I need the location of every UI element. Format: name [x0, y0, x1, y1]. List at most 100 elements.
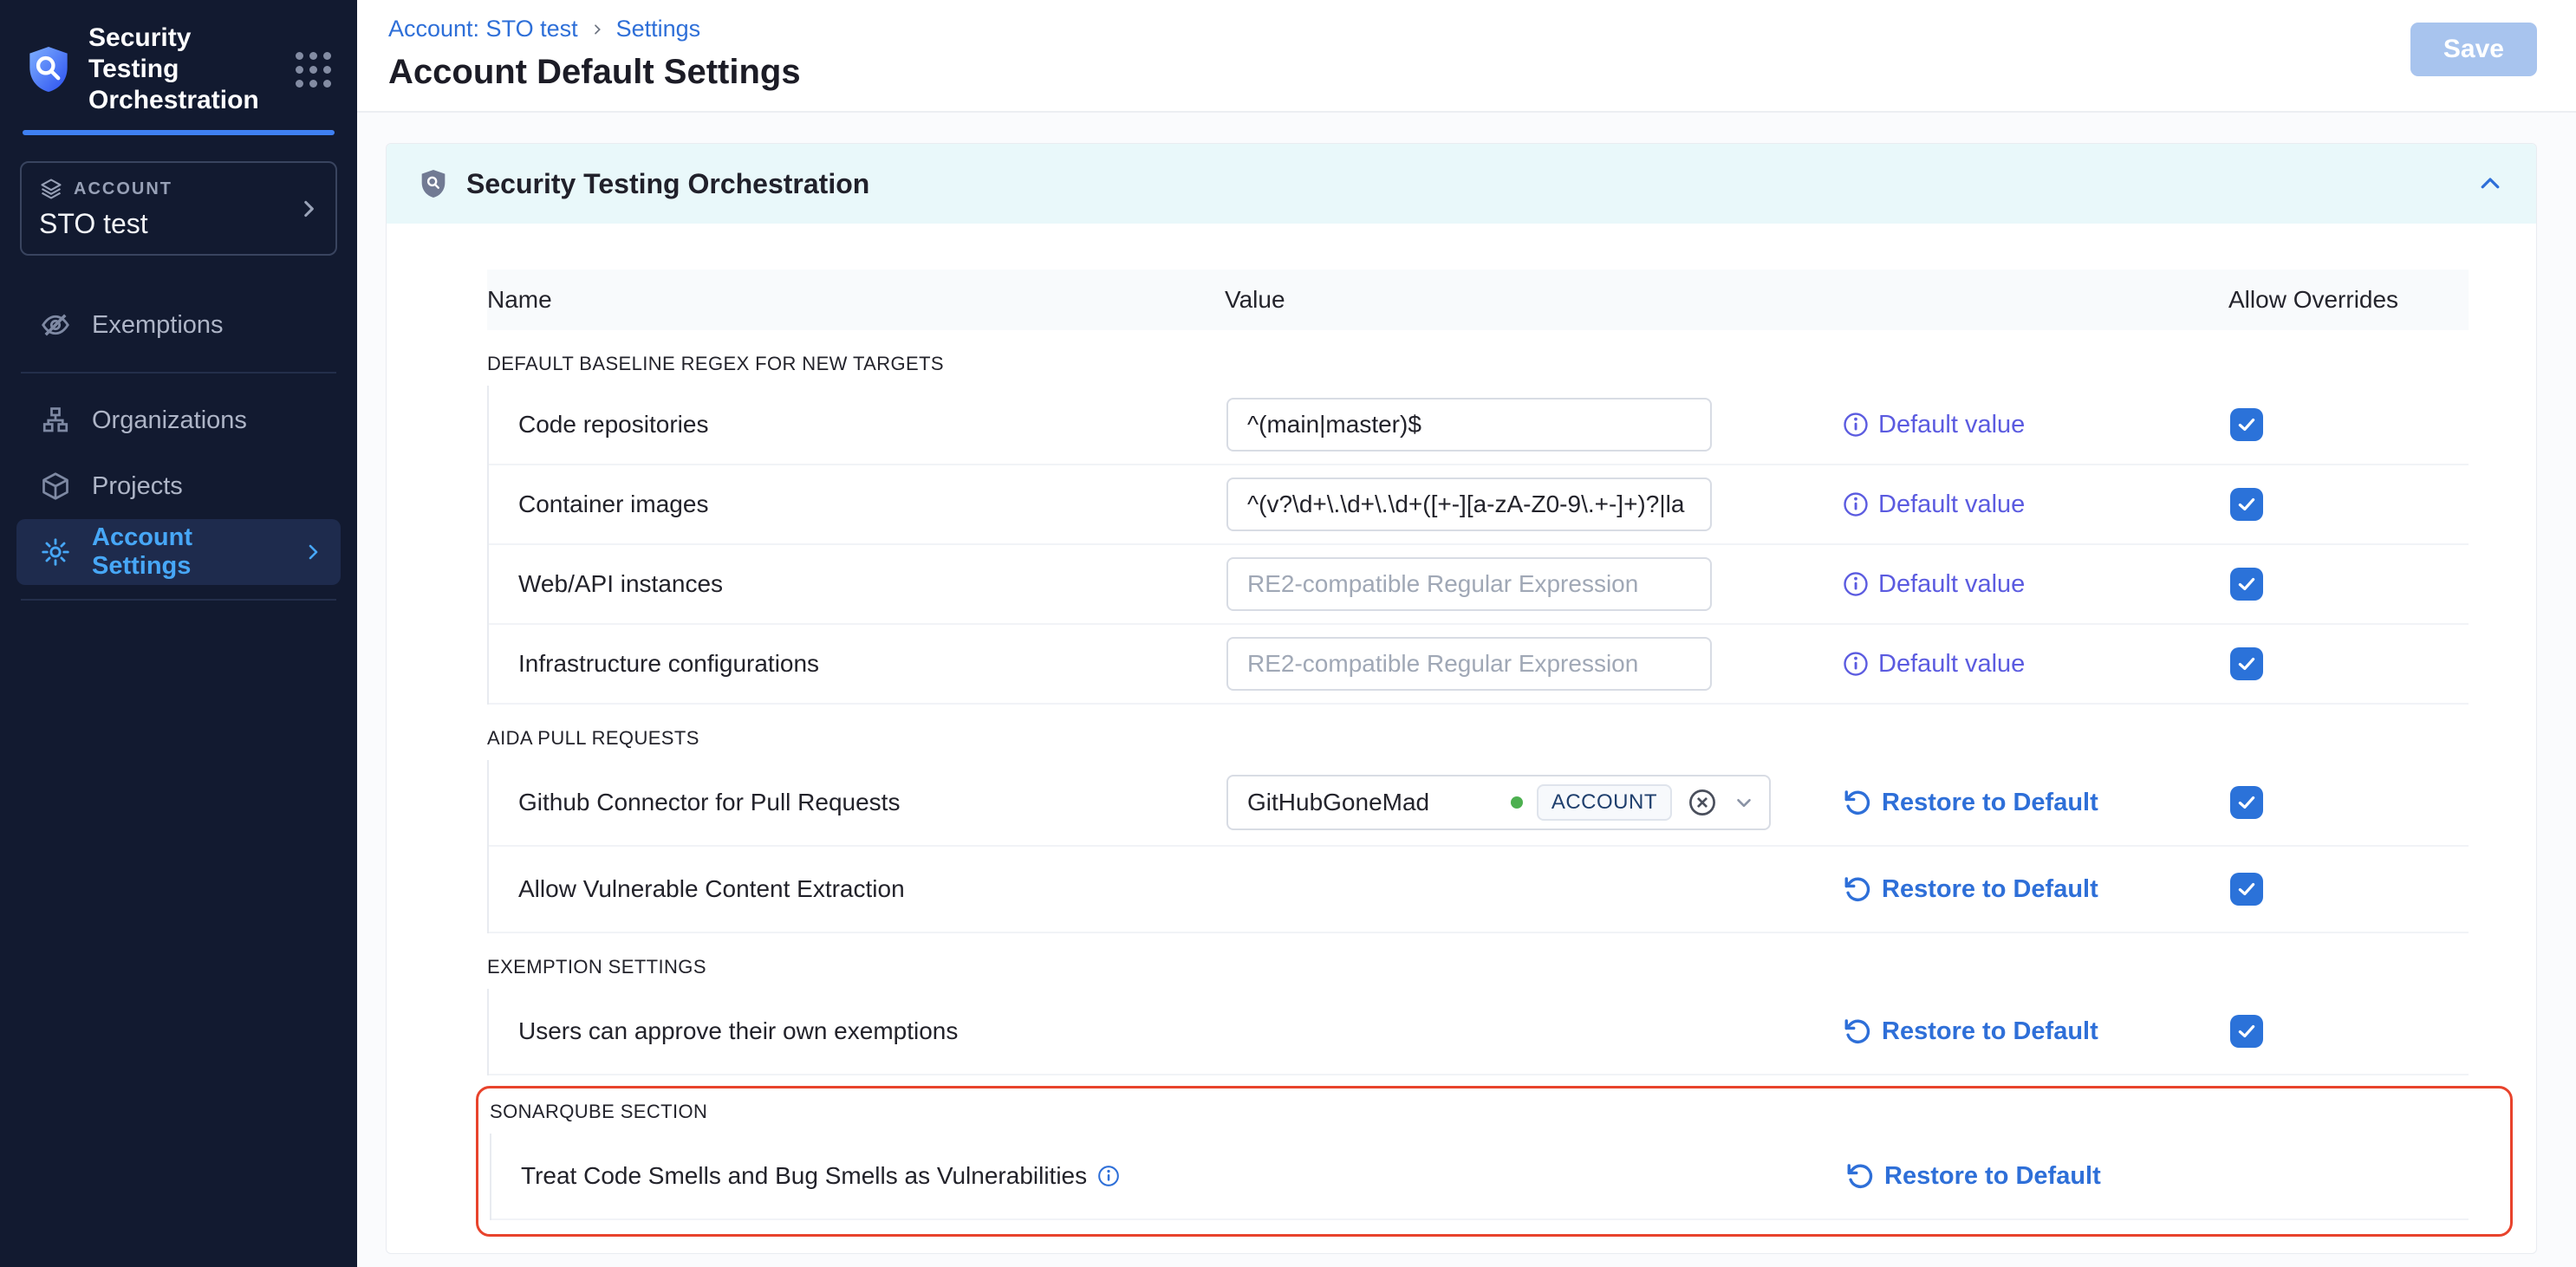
sidebar-item-label: Account Settings	[92, 523, 282, 581]
nav-divider	[21, 372, 336, 374]
settings-table: Name Value Allow Overrides DEFAULT BASEL…	[387, 224, 2536, 1237]
setting-name: Infrastructure configurations	[518, 650, 1226, 678]
table-row: Users can approve their own exemptions R…	[489, 989, 2469, 1075]
sidebar-item-organizations[interactable]: Organizations	[0, 387, 357, 453]
restore-to-default-link[interactable]: Restore to Default	[1843, 1017, 2221, 1046]
info-icon	[1843, 412, 1869, 438]
baseline-regex-input[interactable]	[1226, 557, 1712, 611]
allow-override-checkbox[interactable]	[2230, 488, 2263, 521]
restore-ccw-icon	[1843, 1017, 1872, 1046]
column-header-value: Value	[1225, 286, 1841, 314]
setting-name: Allow Vulnerable Content Extraction	[518, 875, 1226, 903]
page-header: Account: STO test Settings Account Defau…	[357, 0, 2576, 113]
allow-override-checkbox[interactable]	[2230, 786, 2263, 819]
table-row: Code repositories Default value	[489, 386, 2469, 465]
app-switcher-grid-icon[interactable]	[296, 52, 331, 88]
restore-to-default-link[interactable]: Restore to Default	[1845, 1161, 2224, 1191]
section-label: EXEMPTION SETTINGS	[487, 956, 2469, 978]
breadcrumb: Account: STO test Settings	[388, 16, 2537, 42]
info-icon	[1843, 651, 1869, 677]
section-group: Treat Code Smells and Bug Smells as Vuln…	[490, 1134, 2469, 1220]
table-row: Treat Code Smells and Bug Smells as Vuln…	[491, 1134, 2469, 1220]
cube-icon	[40, 471, 71, 502]
shield-search-icon	[420, 168, 447, 199]
nav-divider	[21, 599, 336, 601]
table-header-row: Name Value Allow Overrides	[487, 270, 2469, 330]
content-area: Security Testing Orchestration Name Valu…	[357, 113, 2576, 1267]
account-scope-label: ACCOUNT	[74, 179, 172, 199]
restore-ccw-icon	[1843, 874, 1872, 904]
column-header-allow-overrides: Allow Overrides	[2220, 286, 2469, 314]
sidebar-item-label: Organizations	[92, 406, 247, 435]
column-header-name: Name	[487, 286, 1225, 314]
main-area: Account: STO test Settings Account Defau…	[357, 0, 2576, 1267]
account-scope-card[interactable]: ACCOUNT STO test	[20, 161, 337, 256]
info-icon	[1843, 571, 1869, 597]
connector-status-dot	[1511, 796, 1523, 809]
sidebar: Security Testing Orchestration ACCOUNT S…	[0, 0, 357, 1267]
chevron-up-icon[interactable]	[2477, 171, 2503, 197]
allow-override-checkbox[interactable]	[2230, 647, 2263, 680]
section-label: DEFAULT BASELINE REGEX FOR NEW TARGETS	[487, 353, 2469, 375]
default-value-indicator[interactable]: Default value	[1843, 570, 2221, 599]
default-value-indicator[interactable]: Default value	[1843, 491, 2221, 519]
chevron-down-icon[interactable]	[1733, 791, 1755, 814]
restore-to-default-link[interactable]: Restore to Default	[1843, 788, 2221, 817]
baseline-regex-input[interactable]	[1226, 398, 1712, 452]
setting-name: Code repositories	[518, 411, 1226, 439]
section-group: Users can approve their own exemptions R…	[487, 989, 2469, 1075]
allow-override-checkbox[interactable]	[2230, 873, 2263, 906]
eye-off-icon	[40, 309, 71, 341]
table-row: Infrastructure configurations Default va…	[489, 625, 2469, 705]
allow-override-checkbox[interactable]	[2230, 568, 2263, 601]
chevron-right-icon	[297, 198, 320, 220]
restore-to-default-link[interactable]: Restore to Default	[1843, 874, 2221, 904]
page-title: Account Default Settings	[388, 53, 2537, 92]
card-header[interactable]: Security Testing Orchestration	[387, 144, 2536, 224]
sidebar-header: Security Testing Orchestration	[0, 0, 357, 116]
app-title: Security Testing Orchestration	[88, 23, 270, 116]
x-circle-icon[interactable]	[1686, 786, 1719, 819]
info-icon	[1843, 491, 1869, 517]
table-row: Web/API instances Default value	[489, 545, 2469, 625]
info-icon[interactable]	[1097, 1165, 1120, 1187]
connector-value: GitHubGoneMad	[1247, 789, 1429, 816]
default-value-indicator[interactable]: Default value	[1843, 411, 2221, 439]
gear-icon	[40, 536, 71, 568]
baseline-regex-input[interactable]	[1226, 637, 1712, 691]
save-button[interactable]: Save	[2410, 23, 2537, 76]
app-logo-shield-search-icon	[26, 44, 71, 94]
table-row: Github Connector for Pull Requests GitHu…	[489, 760, 2469, 847]
setting-name: Users can approve their own exemptions	[518, 1017, 1226, 1045]
breadcrumb-account-link[interactable]: Account: STO test	[388, 16, 578, 42]
sidebar-nav: Exemptions Organizations Projects	[0, 292, 357, 614]
allow-override-checkbox[interactable]	[2230, 408, 2263, 441]
header-accent-line	[23, 130, 335, 135]
section-group: Code repositories Default value	[487, 386, 2469, 705]
chevron-right-icon	[302, 542, 323, 562]
default-value-indicator[interactable]: Default value	[1843, 650, 2221, 679]
sidebar-item-projects[interactable]: Projects	[0, 453, 357, 519]
sidebar-item-account-settings[interactable]: Account Settings	[16, 519, 341, 585]
connector-select[interactable]: GitHubGoneMad ACCOUNT	[1226, 775, 1771, 830]
account-name: STO test	[39, 208, 318, 240]
sidebar-item-exemptions[interactable]: Exemptions	[0, 292, 357, 358]
restore-ccw-icon	[1843, 788, 1872, 817]
section-label: AIDA PULL REQUESTS	[487, 727, 2469, 750]
sonarqube-highlight-outline: SONARQUBE SECTION Treat Code Smells and …	[476, 1086, 2513, 1237]
sidebar-item-label: Exemptions	[92, 311, 224, 340]
restore-ccw-icon	[1845, 1161, 1875, 1191]
setting-name: Treat Code Smells and Bug Smells as Vuln…	[521, 1162, 1229, 1190]
breadcrumb-settings-link[interactable]: Settings	[616, 16, 701, 42]
sto-settings-card: Security Testing Orchestration Name Valu…	[386, 143, 2537, 1254]
section-group: Github Connector for Pull Requests GitHu…	[487, 760, 2469, 933]
card-title: Security Testing Orchestration	[466, 168, 869, 200]
setting-name: Web/API instances	[518, 570, 1226, 598]
org-chart-icon	[40, 405, 71, 436]
baseline-regex-input[interactable]	[1226, 478, 1712, 531]
allow-override-checkbox[interactable]	[2230, 1015, 2263, 1048]
breadcrumb-separator-icon	[590, 23, 604, 36]
table-row: Allow Vulnerable Content Extraction Rest…	[489, 847, 2469, 933]
setting-name: Github Connector for Pull Requests	[518, 789, 1226, 816]
sidebar-item-label: Projects	[92, 472, 183, 501]
